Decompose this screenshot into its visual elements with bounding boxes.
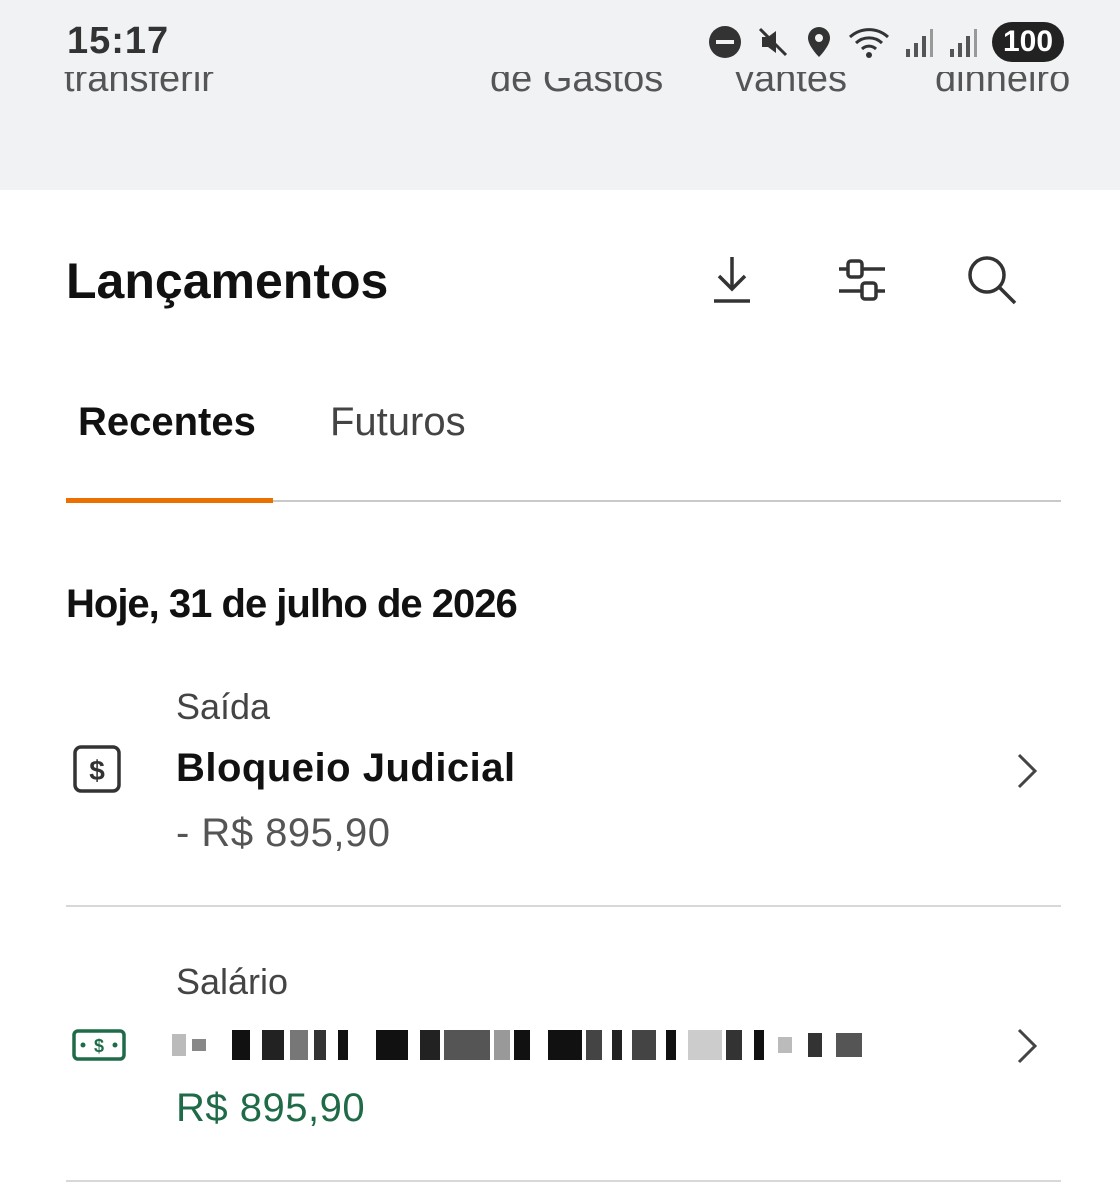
- date-heading: Hoje, 31 de julho de 2026: [66, 582, 518, 626]
- signal-icon: [904, 25, 934, 59]
- tab-bar: Recentes Futuros: [66, 380, 1061, 503]
- tab-futuros[interactable]: Futuros: [330, 400, 466, 445]
- shortcut-label-transfer[interactable]: transferir: [64, 72, 264, 100]
- shortcut-label-money[interactable]: dinheiro: [935, 72, 1095, 100]
- download-icon: [714, 257, 750, 303]
- transaction-row[interactable]: Salário $ R$ 895,90: [66, 945, 1061, 1182]
- shortcut-label-expenses[interactable]: de Gastos: [490, 72, 690, 100]
- dollar-box-icon: $: [72, 744, 122, 799]
- row-divider: [66, 905, 1061, 907]
- row-divider: [66, 1180, 1061, 1182]
- search-icon: [968, 256, 1017, 305]
- search-button[interactable]: [962, 250, 1022, 310]
- signal-icon-2: [948, 25, 978, 59]
- tab-active-indicator: [66, 498, 273, 503]
- transaction-title: Bloqueio Judicial: [176, 746, 516, 790]
- battery-indicator: 100: [992, 22, 1064, 62]
- transaction-type: Saída: [176, 686, 271, 727]
- status-bar: 15:17 100 transferir de Gastos vantes di…: [0, 0, 1120, 190]
- svg-text:$: $: [94, 1036, 104, 1056]
- location-icon: [804, 25, 834, 59]
- chevron-right-icon: [1015, 752, 1039, 795]
- cash-bill-icon: $: [72, 1029, 126, 1066]
- redacted-text-placeholder: [172, 1028, 957, 1062]
- transaction-row[interactable]: Saída $ Bloqueio Judicial - R$ 895,90: [66, 670, 1061, 907]
- tab-recentes[interactable]: Recentes: [78, 400, 256, 445]
- transaction-type: Salário: [176, 961, 289, 1002]
- transaction-amount: - R$ 895,90: [176, 811, 391, 855]
- wifi-icon: [848, 25, 890, 59]
- status-icons: 100: [708, 20, 1064, 64]
- do-not-disturb-icon: [708, 25, 742, 59]
- shortcut-label-vantes[interactable]: vantes: [735, 72, 885, 100]
- header-actions: [0, 250, 1120, 310]
- chevron-right-icon: [1015, 1027, 1039, 1070]
- svg-text:$: $: [89, 755, 105, 786]
- filter-icon: [839, 259, 885, 301]
- download-button[interactable]: [702, 250, 762, 310]
- filter-button[interactable]: [832, 250, 892, 310]
- mute-icon: [756, 25, 790, 59]
- status-time: 15:17: [67, 20, 170, 62]
- transaction-amount: R$ 895,90: [176, 1086, 366, 1130]
